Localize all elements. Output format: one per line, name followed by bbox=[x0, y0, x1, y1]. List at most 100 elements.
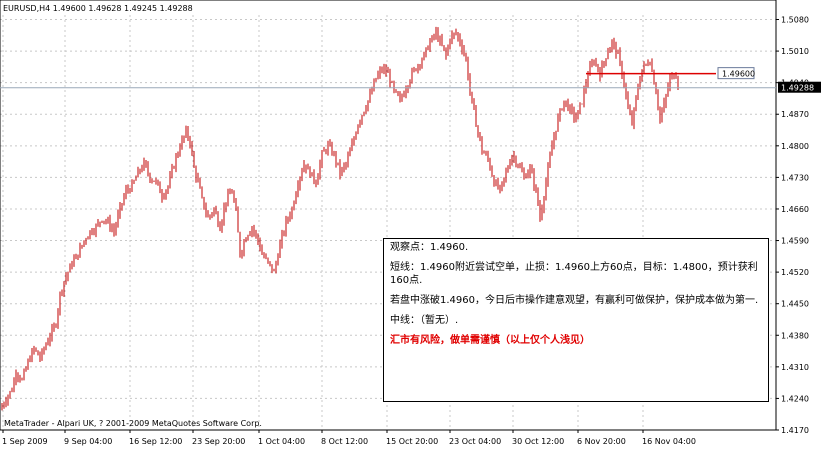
candle-body bbox=[187, 128, 189, 138]
candle-body bbox=[491, 168, 493, 177]
candle-body bbox=[355, 133, 357, 139]
price-tick-label: 1.4310 bbox=[781, 363, 809, 372]
candle-body bbox=[21, 379, 23, 380]
candle-body bbox=[575, 117, 577, 120]
candle-body bbox=[459, 37, 461, 44]
candle-body bbox=[221, 220, 223, 231]
candle-body bbox=[129, 189, 131, 192]
candle-body bbox=[485, 153, 487, 155]
candle-body bbox=[489, 159, 491, 169]
candle-body bbox=[197, 177, 199, 181]
candle-body bbox=[565, 100, 567, 103]
candle-body bbox=[339, 163, 341, 175]
candle-body bbox=[521, 167, 523, 172]
candle-body bbox=[427, 47, 429, 50]
candle-body bbox=[579, 103, 581, 111]
candle-body bbox=[477, 126, 479, 133]
time-tick-label: 30 Oct 12:00 bbox=[512, 437, 564, 446]
candle-body bbox=[9, 391, 11, 397]
candle-body bbox=[239, 232, 241, 256]
candle-body bbox=[317, 175, 319, 185]
candle-body bbox=[639, 80, 641, 89]
candle-body bbox=[529, 166, 531, 174]
candle-body bbox=[421, 59, 423, 66]
candle-body bbox=[453, 33, 455, 35]
candle-body bbox=[629, 108, 631, 115]
footer-copyright: MetaTrader - Alpari UK, ? 2001-2009 Meta… bbox=[4, 419, 262, 428]
candle-body bbox=[509, 163, 511, 168]
candle-body bbox=[319, 163, 321, 176]
price-tick-label: 1.4520 bbox=[781, 268, 809, 277]
candle-body bbox=[531, 166, 533, 174]
candle-body bbox=[403, 94, 405, 97]
candle-body bbox=[595, 62, 597, 65]
candle-body bbox=[375, 78, 377, 82]
candle-body bbox=[483, 151, 485, 154]
candle-body bbox=[25, 368, 27, 371]
candle-body bbox=[473, 99, 475, 110]
candle-body bbox=[153, 180, 155, 182]
candle-body bbox=[235, 201, 237, 211]
candle-body bbox=[445, 49, 447, 56]
price-tick-label: 1.4870 bbox=[781, 110, 809, 119]
candle-body bbox=[601, 64, 603, 78]
candle-body bbox=[119, 205, 121, 215]
candle-body bbox=[635, 97, 637, 109]
candle-body bbox=[263, 254, 265, 258]
candle-body bbox=[305, 164, 307, 170]
candle-body bbox=[207, 213, 209, 218]
candle-body bbox=[437, 31, 439, 41]
candle-body bbox=[585, 83, 587, 90]
candle-body bbox=[367, 100, 369, 109]
analysis-note-box: 观察点：1.4960. 短线：1.4960附近尝试空单，止损：1.4960上方6… bbox=[383, 238, 769, 402]
candle-body bbox=[63, 281, 65, 292]
candle-body bbox=[383, 68, 385, 71]
candle-body bbox=[39, 355, 41, 359]
candle-body bbox=[15, 374, 17, 380]
candle-body bbox=[13, 379, 15, 392]
candle-body bbox=[671, 74, 673, 77]
candle-body bbox=[157, 180, 159, 184]
candle-body bbox=[241, 251, 243, 256]
candle-body bbox=[53, 325, 55, 329]
candle-body bbox=[191, 144, 193, 154]
candle-body bbox=[581, 103, 583, 105]
candle-body bbox=[441, 38, 443, 46]
candle-body bbox=[115, 224, 117, 232]
candle-body bbox=[43, 348, 45, 351]
candle-body bbox=[661, 111, 663, 119]
candle-body bbox=[609, 48, 611, 53]
candle-body bbox=[675, 76, 677, 79]
candle-body bbox=[67, 272, 69, 277]
candle-body bbox=[47, 341, 49, 345]
candle-body bbox=[259, 240, 261, 250]
candle-body bbox=[89, 230, 91, 238]
chart-header: EURUSD,H4 1.49600 1.49628 1.49245 1.4928… bbox=[3, 4, 193, 13]
candle-body bbox=[603, 61, 605, 65]
candle-body bbox=[327, 143, 329, 152]
candle-body bbox=[61, 291, 63, 293]
candle-body bbox=[311, 172, 313, 177]
candle-body bbox=[413, 68, 415, 71]
candle-body bbox=[279, 243, 281, 258]
candle-body bbox=[345, 163, 347, 166]
candle-body bbox=[103, 220, 105, 222]
candle-body bbox=[613, 40, 615, 45]
candle-body bbox=[669, 76, 671, 88]
candle-body bbox=[551, 145, 553, 156]
candle-body bbox=[497, 181, 499, 189]
candle-body bbox=[151, 180, 153, 182]
candle-body bbox=[297, 185, 299, 194]
time-tick-label: 23 Oct 04:00 bbox=[449, 437, 501, 446]
candle-body bbox=[131, 182, 133, 192]
candle-body bbox=[59, 292, 61, 311]
candle-body bbox=[23, 370, 25, 380]
candle-body bbox=[315, 180, 317, 185]
price-tick-label: 1.4800 bbox=[781, 142, 809, 151]
candle-body bbox=[133, 180, 135, 183]
candle-body bbox=[401, 96, 403, 99]
candle-body bbox=[625, 84, 627, 96]
candle-body bbox=[341, 167, 343, 175]
candle-body bbox=[457, 33, 459, 38]
candle-body bbox=[593, 62, 595, 64]
